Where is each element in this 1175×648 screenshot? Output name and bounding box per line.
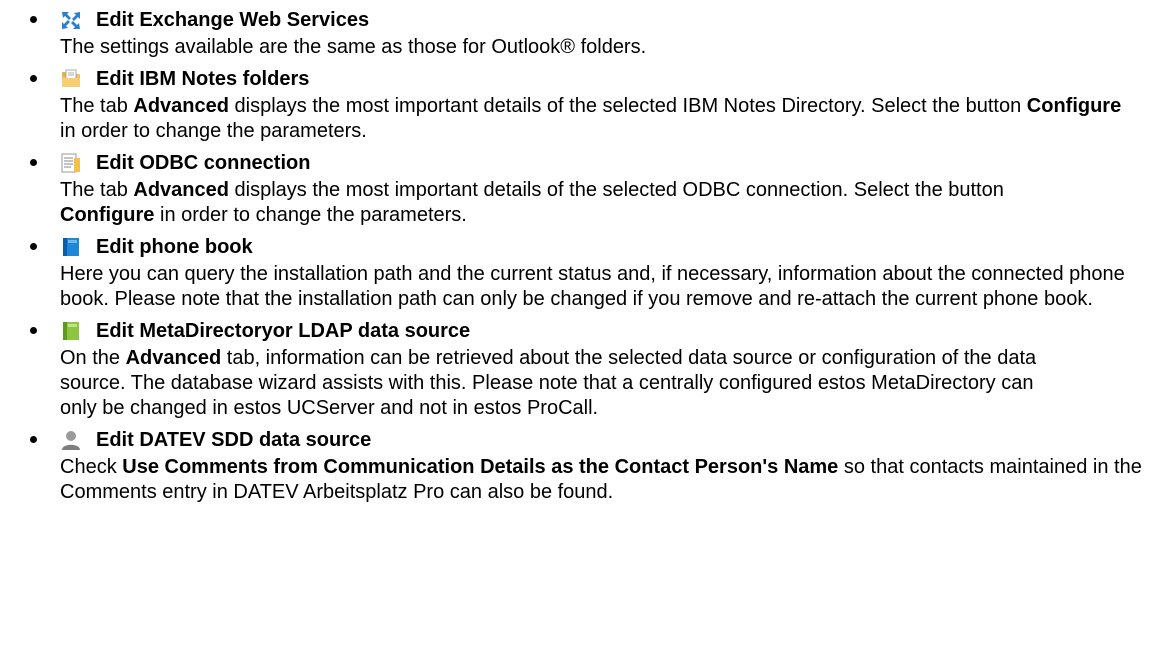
list-item-metadirectory-ldap: Edit MetaDirectoryor LDAP data source On…	[0, 316, 1060, 421]
bullet	[30, 16, 37, 23]
item-description: Check Use Comments from Communication De…	[60, 456, 1142, 503]
bullet	[30, 243, 37, 250]
list-item-datev-sdd: Edit DATEV SDD data source Check Use Com…	[0, 425, 1170, 505]
bullet	[30, 327, 37, 334]
phone-book-icon	[63, 238, 79, 256]
item-description: On the Advanced tab, information can be …	[60, 347, 1037, 419]
bullet	[30, 75, 37, 82]
list-item-odbc-connection: Edit ODBC connection The tab Advanced di…	[0, 148, 1060, 228]
item-title: Edit ODBC connection	[96, 151, 311, 174]
item-description: The tab Advanced displays the most impor…	[60, 179, 1004, 226]
item-title: Edit Exchange Web Services	[96, 8, 370, 31]
ibm-notes-folder-icon	[62, 69, 80, 87]
list-item-phone-book: Edit phone book Here you can query the i…	[0, 232, 1170, 312]
item-title: Edit MetaDirectoryor LDAP data source	[96, 319, 471, 342]
odbc-connection-icon	[61, 153, 80, 173]
metadirectory-ldap-icon	[63, 322, 79, 340]
item-title: Edit DATEV SDD data source	[96, 428, 372, 451]
item-description: Here you can query the installation path…	[60, 263, 1125, 310]
document-body: Edit Exchange Web Services The settings …	[0, 0, 1175, 505]
bullet	[30, 436, 37, 443]
person-icon	[62, 431, 80, 450]
list-item-exchange-web-services: Edit Exchange Web Services The settings …	[0, 5, 880, 60]
item-description: The tab Advanced displays the most impor…	[60, 95, 1122, 142]
item-description: The settings available are the same as t…	[60, 36, 647, 58]
bullet	[30, 159, 37, 166]
item-title: Edit phone book	[96, 235, 253, 258]
list-item-ibm-notes: Edit IBM Notes folders The tab Advanced …	[0, 64, 1130, 144]
item-title: Edit IBM Notes folders	[96, 67, 310, 90]
exchange-web-services-icon	[62, 12, 80, 29]
